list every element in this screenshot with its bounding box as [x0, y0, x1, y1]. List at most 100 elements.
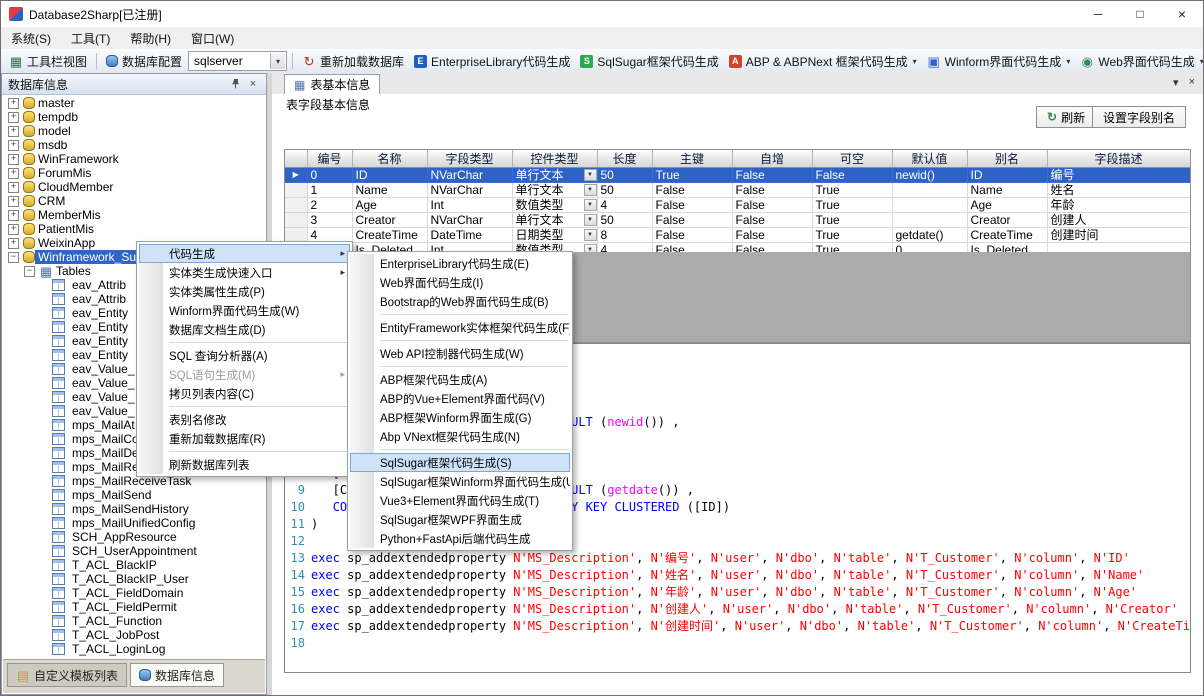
panel-close-icon[interactable]: ×: [246, 77, 260, 91]
submenu-item[interactable]: Vue3+Element界面代码生成(T): [350, 491, 570, 510]
grid-cell[interactable]: 单行文本: [512, 213, 597, 228]
grid-cell[interactable]: 创建人: [1047, 213, 1190, 228]
tree-item-database[interactable]: +tempdb: [2, 110, 266, 124]
row-selector[interactable]: [285, 213, 307, 228]
grid-cell[interactable]: Creator: [967, 213, 1047, 228]
grid-cell[interactable]: NVarChar: [427, 168, 512, 183]
tree-item-table[interactable]: T_ACL_FieldPermit: [2, 600, 266, 614]
toolbar-view-button[interactable]: ▦工具栏视图: [5, 51, 91, 72]
grid-cell[interactable]: 4: [597, 198, 652, 213]
context-menu-item[interactable]: Winform界面代码生成(W): [139, 301, 350, 320]
grid-cell[interactable]: [1047, 243, 1190, 253]
combo-dropdown-icon[interactable]: [584, 184, 597, 196]
row-selector[interactable]: [285, 183, 307, 198]
menubar-item[interactable]: 工具(T): [61, 27, 120, 49]
tree-item-table[interactable]: T_ACL_JobPost: [2, 628, 266, 642]
combo-dropdown-icon[interactable]: [584, 214, 597, 226]
grid-cell[interactable]: False: [732, 243, 812, 253]
context-menu-item[interactable]: 数据库文档生成(D): [139, 320, 350, 339]
tree-item-database[interactable]: +msdb: [2, 138, 266, 152]
grid-cell[interactable]: 编号: [1047, 168, 1190, 183]
enterpriselibrary-gen-button[interactable]: EEnterpriseLibrary代码生成: [410, 51, 574, 72]
grid-cell[interactable]: DateTime: [427, 228, 512, 243]
grid-row[interactable]: 2AgeInt数值类型4FalseFalseTrueAge年龄: [285, 198, 1190, 213]
grid-cell[interactable]: True: [812, 213, 892, 228]
tree-item-database[interactable]: +CRM: [2, 194, 266, 208]
reload-db-button[interactable]: ↻重新加载数据库: [298, 51, 408, 72]
tree-item-database[interactable]: +master: [2, 96, 266, 110]
maximize-button[interactable]: □: [1119, 1, 1161, 27]
grid-cell[interactable]: False: [732, 213, 812, 228]
grid-cell[interactable]: False: [732, 183, 812, 198]
grid-cell[interactable]: True: [812, 198, 892, 213]
grid-cell[interactable]: False: [652, 243, 732, 253]
context-menu-item[interactable]: 刷新数据库列表: [139, 455, 350, 474]
context-menu-item[interactable]: 重新加载数据库(R): [139, 429, 350, 448]
pin-icon[interactable]: [229, 77, 243, 91]
grid-cell[interactable]: 4: [597, 243, 652, 253]
grid-cell[interactable]: Creator: [352, 213, 427, 228]
tree-item-table[interactable]: mps_MailSend: [2, 488, 266, 502]
grid-cell[interactable]: Name: [352, 183, 427, 198]
grid-cell[interactable]: 姓名: [1047, 183, 1190, 198]
submenu-item[interactable]: Bootstrap的Web界面代码生成(B): [350, 292, 570, 311]
grid-cell[interactable]: True: [812, 243, 892, 253]
grid-row[interactable]: ▶0IDNVarChar单行文本50TrueFalseFalsenewid()I…: [285, 168, 1190, 183]
expander-icon[interactable]: +: [8, 196, 19, 207]
menubar-item[interactable]: 系统(S): [1, 27, 61, 49]
submenu-item[interactable]: EnterpriseLibrary代码生成(E): [350, 254, 570, 273]
row-selector[interactable]: ▶: [285, 168, 307, 183]
grid-cell[interactable]: False: [732, 228, 812, 243]
grid-cell[interactable]: False: [652, 198, 732, 213]
column-header[interactable]: 别名: [967, 150, 1047, 168]
grid-cell[interactable]: Name: [967, 183, 1047, 198]
submenu-item[interactable]: ABP框架代码生成(A): [350, 370, 570, 389]
submenu-item[interactable]: SqlSugar框架代码生成(S): [350, 453, 570, 472]
context-menu-item[interactable]: SQL语句生成(M)▸: [139, 365, 350, 384]
web-gen-button[interactable]: ◉Web界面代码生成▾: [1076, 51, 1204, 72]
expander-icon[interactable]: +: [8, 112, 19, 123]
combo-dropdown-icon[interactable]: [584, 169, 597, 181]
grid-cell[interactable]: 0: [892, 243, 967, 253]
tree-item-table[interactable]: T_ACL_LoginLog: [2, 642, 266, 656]
expander-icon[interactable]: +: [8, 126, 19, 137]
expander-icon[interactable]: +: [8, 168, 19, 179]
grid-cell[interactable]: [892, 183, 967, 198]
grid-cell[interactable]: 8: [597, 228, 652, 243]
grid-cell[interactable]: False: [652, 183, 732, 198]
grid-cell[interactable]: False: [652, 228, 732, 243]
grid-cell[interactable]: [892, 213, 967, 228]
grid-cell[interactable]: NVarChar: [427, 213, 512, 228]
tab-list-dropdown-icon[interactable]: ▾: [1173, 76, 1179, 89]
column-header[interactable]: 编号: [307, 150, 352, 168]
tree-item-database[interactable]: +WinFramework: [2, 152, 266, 166]
grid-cell[interactable]: 创建时间: [1047, 228, 1190, 243]
chevron-down-icon[interactable]: ▾: [1200, 57, 1204, 66]
submenu-item[interactable]: Python+FastApi后端代码生成: [350, 529, 570, 548]
grid-cell[interactable]: False: [732, 198, 812, 213]
expander-icon[interactable]: −: [8, 252, 19, 263]
submenu-item[interactable]: Abp VNext框架代码生成(N): [350, 427, 570, 446]
grid-cell[interactable]: NVarChar: [427, 183, 512, 198]
tree-item-database[interactable]: +PatientMis: [2, 222, 266, 236]
grid-cell[interactable]: 2: [307, 198, 352, 213]
submenu-item[interactable]: EntityFramework实体框架代码生成(F): [350, 318, 570, 337]
combo-dropdown-icon[interactable]: [584, 244, 597, 252]
tree-item-table[interactable]: mps_MailUnifiedConfig: [2, 516, 266, 530]
column-header[interactable]: 主键: [652, 150, 732, 168]
grid-cell[interactable]: True: [652, 168, 732, 183]
grid-cell[interactable]: False: [732, 168, 812, 183]
grid-cell[interactable]: ID: [967, 168, 1047, 183]
submenu-item[interactable]: Web界面代码生成(I): [350, 273, 570, 292]
column-header[interactable]: 控件类型: [512, 150, 597, 168]
tree-item-database[interactable]: +MemberMis: [2, 208, 266, 222]
submenu-item[interactable]: ABP框架Winform界面生成(G): [350, 408, 570, 427]
column-header[interactable]: 字段描述: [1047, 150, 1190, 168]
db-config-button[interactable]: 数据库配置: [102, 51, 186, 72]
grid-cell[interactable]: ID: [352, 168, 427, 183]
tab-table-basic-info[interactable]: 表基本信息: [284, 74, 380, 94]
column-header[interactable]: 字段类型: [427, 150, 512, 168]
tree-item-table[interactable]: mps_MailSendHistory: [2, 502, 266, 516]
menubar-item[interactable]: 窗口(W): [181, 27, 244, 49]
tree-item-table[interactable]: T_ACL_BlackIP_User: [2, 572, 266, 586]
